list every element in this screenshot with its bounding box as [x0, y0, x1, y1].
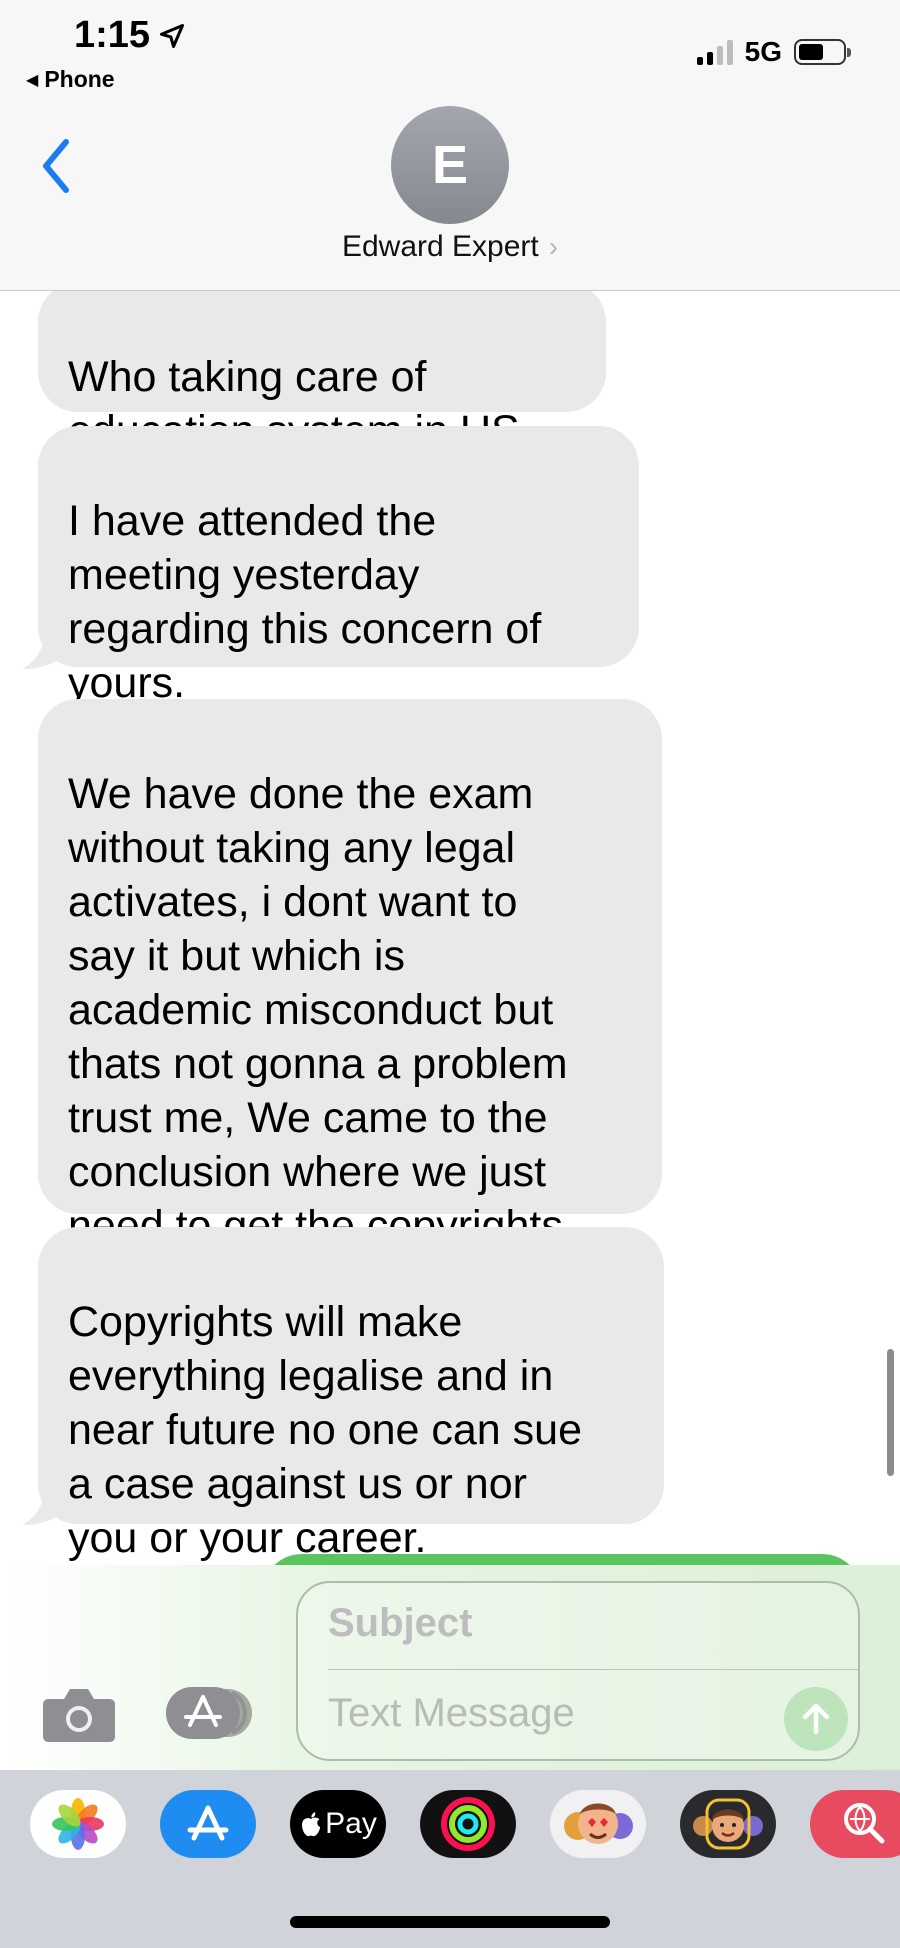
subject-input[interactable]: Subject	[328, 1601, 472, 1646]
time-text: 1:15	[74, 14, 151, 56]
app-store-icon[interactable]	[160, 1790, 256, 1858]
status-time: 1:15	[74, 14, 186, 57]
animoji-icon[interactable]	[550, 1790, 646, 1858]
chevron-right-icon: ›	[548, 231, 559, 262]
conversation-header: E Edward Expert ›	[0, 100, 900, 291]
message-text: We have done the exam without taking any…	[68, 770, 568, 1250]
cellular-signal-icon	[696, 39, 733, 65]
app-store-button-icon[interactable]	[166, 1685, 256, 1741]
back-app-label: Phone	[44, 66, 115, 92]
location-arrow-icon	[160, 23, 185, 48]
compose-bar: Subject Text Message	[0, 1565, 900, 1770]
back-triangle-icon: ◀	[26, 71, 39, 89]
fitness-icon[interactable]	[420, 1790, 516, 1858]
send-button[interactable]	[784, 1687, 848, 1751]
contact-name: Edward Expert	[341, 230, 539, 263]
message-text: Copyrights will make everything legalise…	[68, 1298, 582, 1562]
message-bubble-sent[interactable]	[262, 1554, 862, 1565]
back-chevron-icon[interactable]	[36, 136, 76, 196]
apple-pay-label: Pay	[325, 1807, 377, 1840]
status-bar: 1:15 ◀ Phone 5G	[0, 0, 900, 100]
message-bubble-received[interactable]: Who taking care of education system in U…	[38, 291, 606, 455]
message-text: I have attended the meeting yesterday re…	[68, 497, 542, 707]
battery-icon	[794, 39, 851, 65]
contact-avatar[interactable]: E	[391, 106, 509, 224]
back-to-app-link[interactable]: ◀ Phone	[26, 66, 115, 93]
bubble-tail	[22, 1491, 62, 1525]
network-type: 5G	[744, 36, 782, 67]
apple-pay-icon[interactable]: Pay	[290, 1790, 386, 1858]
camera-icon[interactable]	[42, 1685, 116, 1743]
message-bubble-received[interactable]: We have done the exam without taking any…	[38, 699, 662, 1250]
images-search-icon[interactable]	[810, 1790, 900, 1858]
message-thread[interactable]: Who taking care of education system in U…	[0, 291, 900, 1565]
memoji-icon[interactable]	[680, 1790, 776, 1858]
message-bubble-received[interactable]: Copyrights will make everything legalise…	[38, 1227, 664, 1562]
scrollbar[interactable]	[887, 1349, 894, 1476]
bubble-tail	[22, 635, 62, 669]
app-drawer: Pay	[0, 1770, 900, 1948]
message-compose-field[interactable]: Subject Text Message	[296, 1581, 860, 1761]
photos-icon[interactable]	[30, 1790, 126, 1858]
status-indicators: 5G	[696, 36, 851, 68]
message-input[interactable]: Text Message	[328, 1691, 575, 1736]
apple-logo-icon	[302, 1812, 321, 1837]
message-bubble-received[interactable]: I have attended the meeting yesterday re…	[38, 426, 639, 707]
home-indicator[interactable]	[290, 1916, 610, 1928]
avatar-initial: E	[431, 135, 469, 195]
compose-divider	[328, 1669, 858, 1670]
contact-name-button[interactable]: Edward Expert ›	[0, 230, 900, 264]
arrow-up-icon	[802, 1703, 830, 1735]
